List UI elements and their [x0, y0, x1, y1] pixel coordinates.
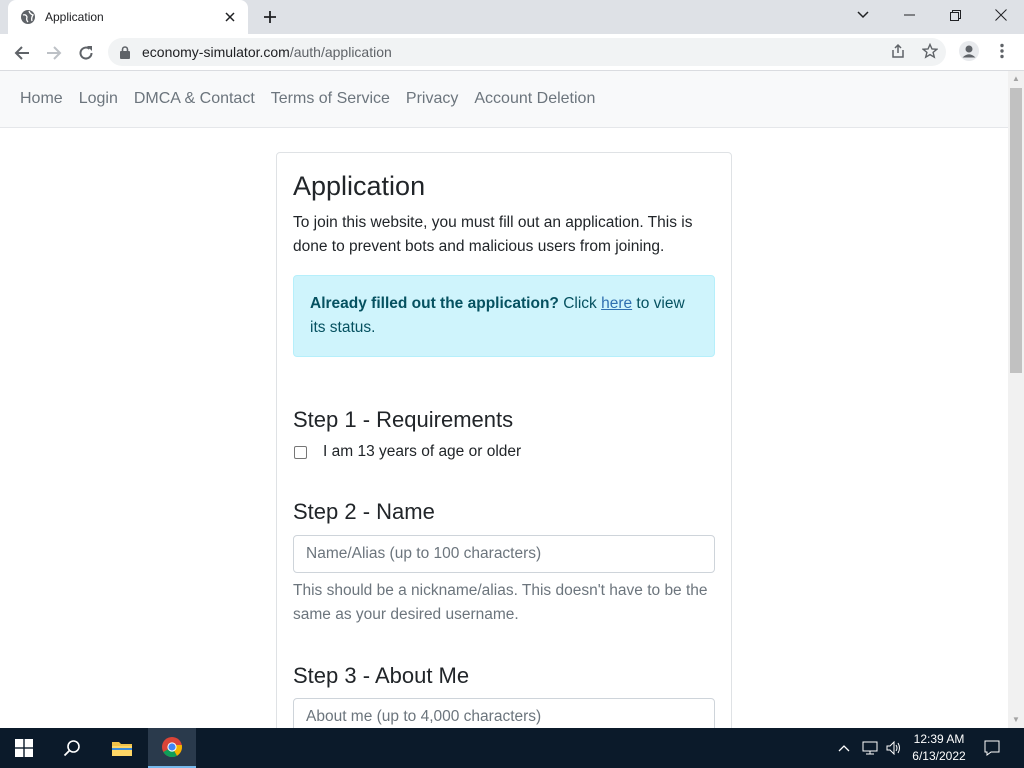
bookmark-star-icon[interactable] — [920, 41, 940, 61]
step3-heading: Step 3 - About Me — [293, 663, 470, 688]
tray-chevron-up-icon[interactable] — [838, 728, 850, 768]
restore-button[interactable] — [932, 0, 978, 30]
age-check-row: I am 13 years of age or older — [293, 443, 715, 461]
minimize-button[interactable] — [886, 0, 932, 30]
age-checkbox[interactable] — [294, 445, 307, 459]
nav-link-login[interactable]: Login — [71, 90, 126, 108]
step2-section: Step 2 - Name Name/Alias (up to 100 char… — [293, 499, 715, 627]
notifications-icon[interactable] — [984, 728, 1000, 768]
nav-link-home[interactable]: Home — [12, 90, 71, 108]
alert-text-before: Click — [558, 295, 602, 312]
close-window-button[interactable] — [978, 0, 1024, 30]
browser-tab[interactable]: Application — [8, 0, 248, 34]
step3-section: Step 3 - About Me About me (up to 4,000 … — [293, 663, 715, 728]
step1-heading: Step 1 - Requirements — [293, 407, 514, 432]
tab-title: Application — [45, 10, 104, 24]
url-text: economy-simulator.com/auth/application — [142, 44, 392, 60]
share-icon[interactable] — [888, 41, 908, 61]
chrome-taskbar-icon[interactable] — [148, 728, 196, 768]
search-icon[interactable] — [48, 728, 96, 768]
nav-link-dmca-contact[interactable]: DMCA & Contact — [126, 90, 263, 108]
back-button[interactable] — [8, 39, 36, 67]
age-checkbox-label[interactable]: I am 13 years of age or older — [323, 443, 521, 461]
kebab-menu-icon[interactable] — [992, 41, 1012, 61]
application-card: Application To join this website, you mu… — [276, 152, 732, 728]
step1-section: Step 1 - Requirements I am 13 years of a… — [293, 407, 715, 461]
page-viewport: Home Login DMCA & Contact Terms of Servi… — [0, 71, 1008, 728]
globe-icon — [20, 9, 36, 25]
tab-strip: Application — [0, 0, 1024, 34]
info-alert: Already filled out the application? Clic… — [293, 275, 715, 357]
clock-date: 6/13/2022 — [912, 749, 966, 763]
file-explorer-icon[interactable] — [98, 728, 146, 768]
site-navbar: Home Login DMCA & Contact Terms of Servi… — [0, 71, 1008, 128]
lock-icon — [120, 45, 132, 59]
taskbar-clock[interactable]: 12:39 AM 6/13/2022 — [906, 731, 972, 765]
status-link[interactable]: here — [601, 295, 632, 312]
browser-toolbar: economy-simulator.com/auth/application — [0, 34, 1024, 71]
nav-link-privacy[interactable]: Privacy — [398, 90, 466, 108]
page-title: Application — [293, 171, 426, 201]
tab-close-icon[interactable] — [222, 9, 238, 25]
url-path: /auth/application — [289, 44, 392, 60]
scroll-down-icon[interactable]: ▼ — [1012, 716, 1020, 724]
step2-heading: Step 2 - Name — [293, 499, 435, 524]
windows-taskbar: 12:39 AM 6/13/2022 — [0, 728, 1024, 768]
scrollbar-thumb[interactable] — [1010, 88, 1022, 373]
url-host: economy-simulator.com — [142, 44, 290, 60]
name-alias-input[interactable]: Name/Alias (up to 100 characters) — [293, 535, 715, 573]
nav-link-terms[interactable]: Terms of Service — [263, 90, 398, 108]
windows-start-icon[interactable] — [0, 728, 48, 768]
profile-avatar-icon[interactable] — [959, 41, 979, 61]
new-tab-button[interactable] — [258, 6, 282, 28]
tab-search-icon[interactable] — [840, 0, 886, 30]
network-icon[interactable] — [862, 728, 878, 768]
about-me-input[interactable]: About me (up to 4,000 characters) — [293, 698, 715, 728]
clock-time: 12:39 AM — [913, 732, 965, 746]
forward-button[interactable] — [40, 39, 68, 67]
intro-text: To join this website, you must fill out … — [293, 214, 693, 255]
address-bar[interactable]: economy-simulator.com/auth/application — [108, 38, 946, 66]
alert-bold-text: Already filled out the application? — [310, 295, 559, 312]
name-help-text: This should be a nickname/alias. This do… — [293, 582, 708, 623]
nav-link-account-deletion[interactable]: Account Deletion — [466, 90, 603, 108]
scroll-up-icon[interactable]: ▲ — [1012, 75, 1020, 83]
reload-button[interactable] — [72, 39, 100, 67]
volume-icon[interactable] — [886, 728, 902, 768]
page-scrollbar[interactable]: ▲ ▼ — [1008, 71, 1024, 728]
